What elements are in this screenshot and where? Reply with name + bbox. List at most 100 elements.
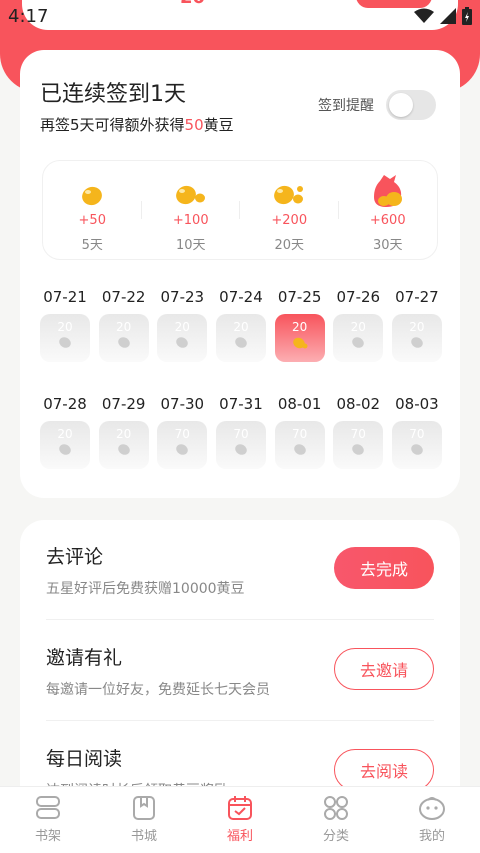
reward-amount: +50 [78,213,106,228]
reward-item: +600 30天 [339,161,438,259]
reward-days: 10天 [175,238,206,253]
date-label: 07-27 [395,288,439,306]
date-label: 08-01 [277,395,322,413]
nav-item-bookstore[interactable]: 书城 [96,787,192,853]
task-item: 去评论 五星好评后免费获赠10000黄豆 去完成 [46,520,434,620]
nav-label: 书城 [130,829,157,844]
reward-days: 20天 [274,238,305,253]
nav-item-bookshelf[interactable]: 书架 [0,787,96,853]
calendar-day[interactable]: 07-27 20 [391,288,442,362]
day-points: 70 [291,427,308,441]
day-tile: 20 [333,314,384,362]
reward-item: +100 10天 [142,161,241,259]
profile-icon [419,797,445,820]
beans-icon [272,173,306,207]
date-label: 07-21 [43,288,87,306]
toggle-knob [389,93,413,117]
calendar-day[interactable]: 07-22 20 [98,288,149,362]
calendar-day[interactable]: 08-02 70 [333,395,384,469]
calendar-day[interactable]: 07-30 70 [157,395,208,469]
calendar-day[interactable]: 07-21 20 [40,288,90,362]
day-tile: 70 [215,421,266,469]
signin-sub-prefix: 再签5天可得额外获得 [40,116,185,134]
date-label: 08-02 [336,395,381,413]
nav-item-profile[interactable]: 我的 [384,787,480,853]
nav-label: 分类 [322,829,349,844]
date-label: 07-26 [336,288,381,306]
bean-icon [352,337,365,348]
calendar-day-today[interactable]: 07-25 20 [274,288,325,362]
day-tile: 70 [333,421,384,469]
calendar-day[interactable]: 07-24 20 [215,288,266,362]
bean-icon [176,337,189,348]
reward-days: 30天 [372,238,403,253]
day-tile: 20 [40,421,90,469]
date-label: 07-31 [219,395,263,413]
reminder-toggle[interactable] [386,90,436,120]
reward-milestones: +50 5天 +100 10天 +200 20天 +600 30天 [42,160,438,260]
day-tile: 20 [391,314,442,362]
day-tile: 20 [40,314,90,362]
calendar-day[interactable]: 07-28 20 [40,395,90,469]
date-label: 07-23 [160,288,205,306]
reward-days: 5天 [81,238,103,253]
task-title: 去评论 [46,546,104,568]
calendar-day[interactable]: 07-26 20 [333,288,384,362]
signin-sub-value: 50 [184,116,204,134]
day-points: 20 [174,320,190,334]
day-tile: 70 [157,421,208,469]
signin-subtitle: 再签5天可得额外获得50黄豆 [40,114,234,135]
date-label: 08-03 [395,395,439,413]
nav-item-category[interactable]: 分类 [288,787,384,853]
day-points: 20 [291,320,308,334]
day-points: 70 [233,427,249,441]
bean-icon [411,337,423,348]
welfare-calendar-icon [228,796,252,820]
date-label: 07-25 [277,288,322,306]
battery-icon [462,7,472,25]
date-label: 07-22 [101,288,146,306]
calendar-day[interactable]: 08-01 70 [274,395,325,469]
bean-icon [117,337,130,348]
day-points: 70 [350,427,366,441]
calendar-day[interactable]: 07-31 70 [215,395,266,469]
task-item: 邀请有礼 每邀请一位好友，免费延长七天会员 去邀请 [46,621,434,721]
calendar-day[interactable]: 07-29 20 [98,395,149,469]
bean-icon [59,444,71,455]
bottom-nav: 书架 书城 福利 分类 我的 [0,786,480,853]
day-points: 20 [116,427,132,441]
signin-reminder: 签到提醒 [318,90,436,120]
task-divider [46,619,434,620]
day-points: 70 [174,427,190,441]
bean-icon [80,173,104,207]
category-icon [324,796,348,820]
calendar-day[interactable]: 07-23 20 [157,288,208,362]
task-complete-button[interactable]: 去完成 [334,547,434,589]
task-read-button[interactable]: 去阅读 [334,749,434,791]
bean-icon [235,444,247,455]
nav-label: 我的 [418,829,445,844]
date-label: 07-24 [219,288,263,306]
reminder-label: 签到提醒 [318,98,374,114]
day-tile: 20 [157,314,208,362]
signin-card: 已连续签到1天 再签5天可得额外获得50黄豆 签到提醒 +50 5天 +100 … [20,50,460,498]
task-invite-button[interactable]: 去邀请 [334,648,434,690]
bean-icon [411,444,423,455]
bean-icon [235,337,247,348]
reward-amount: +100 [172,213,209,228]
day-tile-active: 20 [274,314,325,362]
day-tile: 70 [391,421,442,469]
date-label: 07-29 [101,395,146,413]
wifi-icon [414,8,434,23]
reward-amount: +200 [271,213,308,228]
day-tile: 70 [274,421,325,469]
header-number: 20 [180,0,220,4]
nav-item-welfare[interactable]: 福利 [192,787,288,853]
day-points: 70 [409,427,425,441]
task-divider [46,720,434,721]
bean-bag-icon [370,173,406,207]
reward-amount: +600 [369,213,406,228]
calendar-day[interactable]: 08-03 70 [391,395,442,469]
reward-item: +200 20天 [240,161,339,259]
signal-icon [440,8,456,24]
